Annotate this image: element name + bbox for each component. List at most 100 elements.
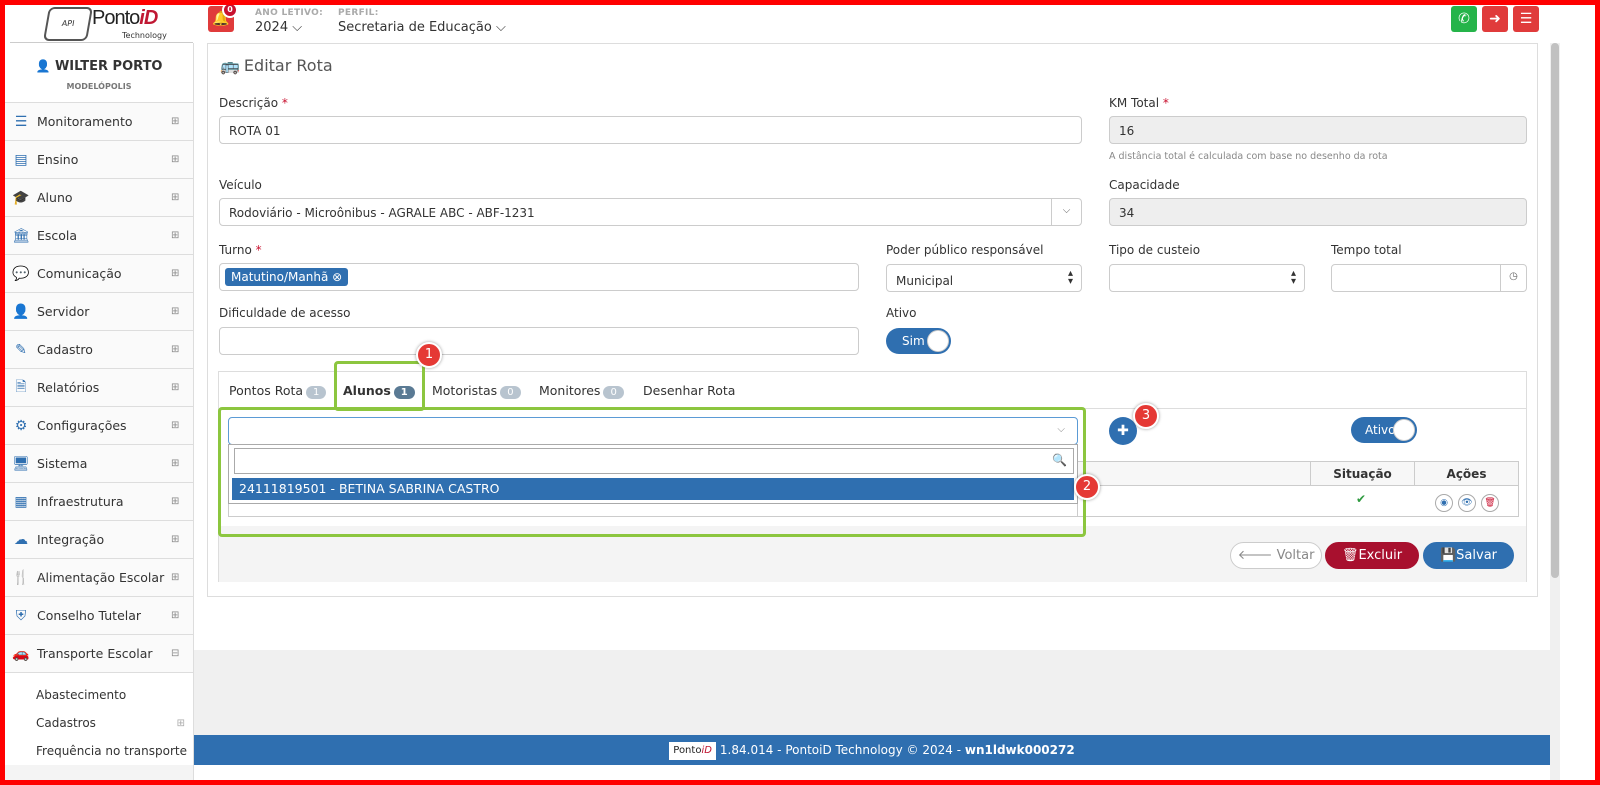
expand-icon[interactable]: ⊞ xyxy=(171,268,193,279)
logo-text: PontoiD xyxy=(92,7,158,29)
eye-icon[interactable]: 👁 xyxy=(1458,494,1476,512)
expand-icon[interactable]: ⊞ xyxy=(171,344,193,355)
ativos-toggle[interactable]: Ativos xyxy=(1351,417,1417,443)
expand-icon[interactable]: ⊞ xyxy=(171,610,193,621)
expand-icon[interactable]: ⊞ xyxy=(171,230,193,241)
main-content-bottom xyxy=(194,650,1550,735)
select-arrows-icon: ▴ ▾ xyxy=(1067,268,1073,287)
chevron-down-icon[interactable]: ⌵ xyxy=(1051,199,1081,225)
ativo-toggle[interactable]: Sim xyxy=(886,328,951,354)
user-city: MODELÓPOLIS xyxy=(66,82,132,91)
globe-icon[interactable]: ◉ xyxy=(1435,494,1453,512)
sidebar-item-escola[interactable]: 🏛 Escola ⊞ xyxy=(5,217,193,255)
edit-icon: ✎ xyxy=(15,341,27,358)
sidebar-item-ensino[interactable]: ▤ Ensino ⊞ xyxy=(5,141,193,179)
veiculo-select[interactable]: Rodoviário - Microônibus - AGRALE ABC - … xyxy=(219,198,1082,226)
ano-letivo-select[interactable]: 2024 ⌵ xyxy=(255,20,302,35)
expand-icon[interactable]: ⊞ xyxy=(171,572,193,583)
logout-icon[interactable]: ➜ xyxy=(1482,6,1508,32)
shield-icon: ⛨ xyxy=(15,607,27,624)
step-marker-2: 2 xyxy=(1074,474,1100,500)
sidebar-item-infraestrutura[interactable]: ▦ Infraestrutura ⊞ xyxy=(5,483,193,521)
poder-publico-select[interactable]: Municipal ▴ ▾ xyxy=(886,264,1082,292)
logo[interactable]: API PontoiD Technology xyxy=(10,5,193,43)
sidebar-item-aluno[interactable]: 🎓 Aluno ⊞ xyxy=(5,179,193,217)
sidebar-item-relat-rios[interactable]: 🗎 Relatórios ⊞ xyxy=(5,369,193,407)
perfil-label: PERFIL: xyxy=(338,8,379,18)
page-scrollbar-thumb[interactable] xyxy=(1551,43,1559,578)
logo-subtitle: Technology xyxy=(122,31,167,40)
sidebar-item-cadastro[interactable]: ✎ Cadastro ⊞ xyxy=(5,331,193,369)
veiculo-value: Rodoviário - Microônibus - AGRALE ABC - … xyxy=(229,206,535,220)
file-icon: 🗎 xyxy=(15,378,27,395)
tab-motoristas[interactable]: Motoristas 0 xyxy=(432,383,521,399)
cutlery-icon: 🍴 xyxy=(12,569,30,586)
turno-multiselect[interactable]: Matutino/Manhã ⊗ xyxy=(219,263,859,291)
turno-tag[interactable]: Matutino/Manhã ⊗ xyxy=(225,268,349,286)
page-title: 🚌 Editar Rota xyxy=(220,56,333,75)
dificuldade-input[interactable] xyxy=(219,327,859,355)
sidebar-subitem-frequ-ncia-no-transporte[interactable]: Frequência no transporte xyxy=(5,737,193,765)
collapse-icon[interactable]: ⊟ xyxy=(171,648,193,659)
top-bar: API PontoiD Technology xyxy=(5,5,1595,43)
table-header-situacao: Situação xyxy=(1311,462,1415,486)
sidebar-subitem-label: Frequência no transporte xyxy=(36,744,187,758)
sidebar-subitem-abastecimento[interactable]: Abastecimento xyxy=(5,681,193,709)
user-icon: 👤 xyxy=(35,59,51,73)
tab-pontos-rota[interactable]: Pontos Rota 1 xyxy=(229,383,327,399)
sidebar-item-label: Relatórios xyxy=(37,380,100,395)
step-marker-3: 3 xyxy=(1133,403,1159,429)
sidebar-item-comunica-o[interactable]: 💬 Comunicação ⊞ xyxy=(5,255,193,293)
remove-tag-icon[interactable]: ⊗ xyxy=(332,270,342,284)
excluir-button[interactable]: 🗑Excluir xyxy=(1325,542,1419,569)
descricao-input[interactable]: ROTA 01 xyxy=(219,116,1082,144)
tab-desenhar-rota[interactable]: Desenhar Rota xyxy=(643,383,735,398)
add-aluno-button[interactable]: ✚ xyxy=(1109,417,1137,445)
arrow-left-icon: 🡐 xyxy=(1237,548,1273,563)
sidebar-item-transporte-escolar[interactable]: 🚗 Transporte Escolar ⊟ xyxy=(5,635,193,673)
perfil-select[interactable]: Secretaria de Educação ⌵ xyxy=(338,20,506,35)
sidebar-item-label: Aluno xyxy=(37,190,73,205)
whatsapp-icon[interactable]: ✆ xyxy=(1451,6,1477,32)
capacidade-input: 34 xyxy=(1109,198,1527,226)
notifications-count-badge: 0 xyxy=(222,2,238,18)
trash-icon[interactable]: 🗑 xyxy=(1481,494,1499,512)
user-icon: 👤 xyxy=(12,303,30,320)
sidebar-item-label: Alimentação Escolar xyxy=(37,570,165,585)
sidebar-item-sistema[interactable]: 🖥 Sistema ⊞ xyxy=(5,445,193,483)
sidebar-item-label: Configurações xyxy=(37,418,127,433)
sidebar-item-integra-o[interactable]: ☁ Integração ⊞ xyxy=(5,521,193,559)
tipo-custeio-select[interactable]: ▴ ▾ xyxy=(1109,264,1305,292)
sidebar-item-label: Sistema xyxy=(37,456,88,471)
sidebar: 👤 WILTER PORTO MODELÓPOLIS ☰ Monitorament… xyxy=(5,43,194,780)
chat-bubble-icon: 💬 xyxy=(12,265,30,282)
sidebar-item-label: Infraestrutura xyxy=(37,494,124,509)
expand-icon[interactable]: ⊞ xyxy=(171,534,193,545)
clock-icon[interactable]: ◷ xyxy=(1500,265,1526,291)
sidebar-subitem-cadastros[interactable]: Cadastros ⊞ xyxy=(5,709,193,737)
salvar-button[interactable]: 💾Salvar xyxy=(1423,542,1514,569)
expand-icon[interactable]: ⊞ xyxy=(171,382,193,393)
sidebar-item-monitoramento[interactable]: ☰ Monitoramento ⊞ xyxy=(5,103,193,141)
sidebar-item-alimenta-o-escolar[interactable]: 🍴 Alimentação Escolar ⊞ xyxy=(5,559,193,597)
sidebar-item-configura-es[interactable]: ⚙ Configurações ⊞ xyxy=(5,407,193,445)
expand-icon[interactable]: ⊞ xyxy=(171,116,193,127)
tempo-total-input[interactable]: ◷ xyxy=(1331,264,1527,292)
sidebar-item-label: Conselho Tutelar xyxy=(37,608,142,623)
sidebar-item-servidor[interactable]: 👤 Servidor ⊞ xyxy=(5,293,193,331)
expand-icon[interactable]: ⊞ xyxy=(171,154,193,165)
expand-icon[interactable]: ⊞ xyxy=(171,192,193,203)
check-icon: ✔ xyxy=(1356,492,1367,506)
expand-icon[interactable]: ⊞ xyxy=(177,718,185,729)
ano-letivo-label: ANO LETIVO: xyxy=(255,8,324,18)
expand-icon[interactable]: ⊞ xyxy=(171,420,193,431)
km-total-label: KM Total * xyxy=(1109,96,1169,110)
sidebar-item-label: Monitoramento xyxy=(37,114,133,129)
voltar-button[interactable]: 🡐 Voltar xyxy=(1230,542,1322,569)
expand-icon[interactable]: ⊞ xyxy=(171,458,193,469)
expand-icon[interactable]: ⊞ xyxy=(171,306,193,317)
sidebar-item-conselho-tutelar[interactable]: ⛨ Conselho Tutelar ⊞ xyxy=(5,597,193,635)
expand-icon[interactable]: ⊞ xyxy=(171,496,193,507)
tab-monitores[interactable]: Monitores 0 xyxy=(539,383,624,399)
menu-hamburger-icon[interactable]: ☰ xyxy=(1513,6,1539,32)
